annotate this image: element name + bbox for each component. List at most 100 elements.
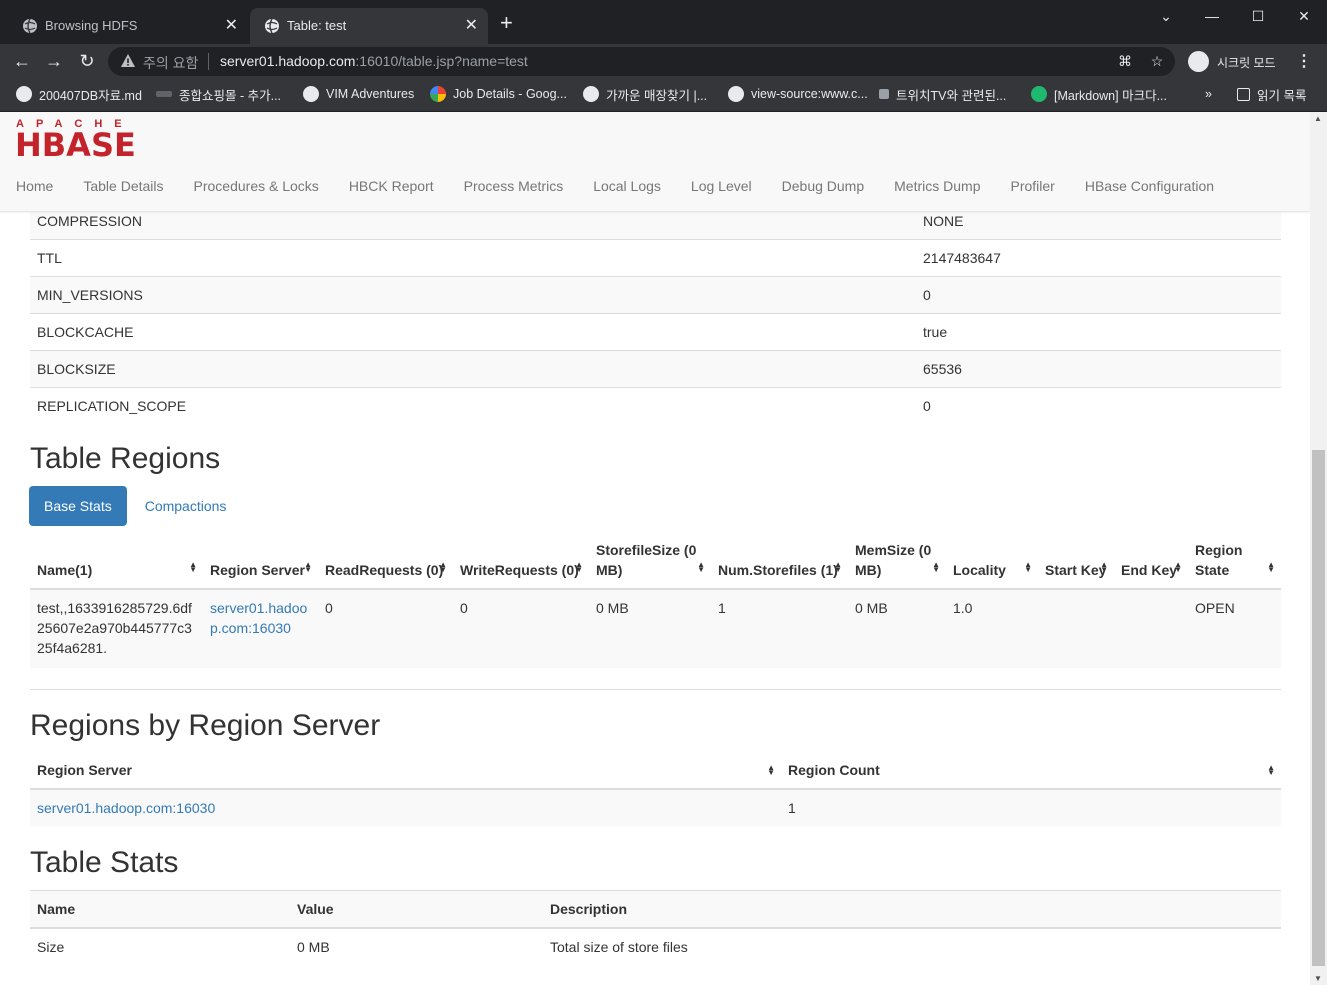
tab-strip: Browsing HDFS ✕ Table: test ✕ + ⌄ — ☐ ✕	[0, 0, 1327, 44]
table-row: TTL 2147483647	[30, 239, 1281, 277]
github-icon	[16, 86, 32, 102]
column-header[interactable]: StorefileSize (0 MB) ▲ ▼	[589, 532, 711, 590]
new-tab-button[interactable]: +	[500, 12, 513, 34]
region-server-link[interactable]: server01.hadoop.com:16030	[203, 589, 318, 668]
nav-metrics-dump[interactable]: Metrics Dump	[894, 178, 980, 198]
nav-home[interactable]: Home	[16, 178, 53, 198]
scroll-down-icon[interactable]: ▼	[1314, 974, 1322, 983]
nav-procedures-locks[interactable]: Procedures & Locks	[194, 178, 319, 198]
google-icon	[430, 86, 446, 102]
tab-search-icon[interactable]: ⌄	[1143, 0, 1189, 32]
regions-by-server-table: Region Server ▲ ▼ Region Count ▲ ▼ server01.…	[30, 752, 1281, 826]
column-header: Description	[543, 890, 1281, 929]
translate-icon[interactable]: ⌘	[1116, 52, 1134, 70]
sort-icon: ▲ ▼	[1024, 560, 1032, 574]
column-header[interactable]: Region Server ▲ ▼	[203, 532, 318, 590]
sort-icon: ▲ ▼	[932, 560, 940, 574]
nav-debug-dump[interactable]: Debug Dump	[782, 178, 865, 198]
column-header[interactable]: End Key ▲ ▼	[1114, 532, 1188, 590]
table-row: Size 0 MB Total size of store files	[37, 938, 688, 955]
column-header[interactable]: Locality ▲ ▼	[946, 532, 1038, 590]
tab-browsing-hdfs[interactable]: Browsing HDFS ✕	[8, 8, 248, 44]
bookmark-item[interactable]: [Markdown] 마크다...	[1031, 85, 1167, 103]
page-scrollbar[interactable]: ▲ ▼	[1310, 112, 1327, 985]
table-stats-section: Name Value Description Size 0 MB Total s…	[30, 890, 1281, 965]
tab-base-stats[interactable]: Base Stats	[29, 486, 127, 526]
bookmark-item[interactable]: 가까운 매장찾기 |...	[583, 85, 707, 103]
column-header[interactable]: Region State ▲ ▼	[1188, 532, 1281, 590]
main-nav: Home Table Details Procedures & Locks HB…	[16, 178, 1244, 198]
page-viewport: APACHE HBASE Home Table Details Procedur…	[0, 112, 1310, 985]
bookmark-star-icon[interactable]: ☆	[1148, 52, 1166, 70]
close-tab-icon[interactable]: ✕	[225, 15, 238, 35]
sort-icon: ▲ ▼	[1100, 560, 1108, 574]
tab-table-test[interactable]: Table: test ✕	[250, 8, 488, 44]
nav-table-details[interactable]: Table Details	[83, 178, 163, 198]
bookmark-item[interactable]: VIM Adventures	[303, 85, 414, 103]
reading-list-button[interactable]: 읽기 목록	[1237, 85, 1306, 103]
table-stats-heading: Table Stats	[30, 846, 179, 879]
nav-process-metrics[interactable]: Process Metrics	[464, 178, 564, 198]
bookmark-item[interactable]: 트위치TV와 관련된...	[879, 85, 1006, 103]
sort-icon: ▲ ▼	[304, 560, 312, 574]
divider	[30, 689, 1281, 690]
sort-icon: ▲ ▼	[439, 560, 447, 574]
nav-local-logs[interactable]: Local Logs	[593, 178, 661, 198]
regions-by-server-section: Region Server ▲ ▼ Region Count ▲ ▼ server01.…	[30, 752, 1281, 826]
table-row: test,,1633916285729.6df25607e2a970b44577…	[30, 589, 1281, 668]
column-header: Value	[290, 890, 543, 929]
close-window-button[interactable]: ✕	[1281, 0, 1327, 32]
globe-icon	[23, 18, 37, 34]
window-controls: ⌄ — ☐ ✕	[1143, 0, 1327, 32]
incognito-indicator[interactable]: 시크릿 모드	[1184, 47, 1286, 76]
nav-hbck-report[interactable]: HBCK Report	[349, 178, 434, 198]
region-server-link[interactable]: server01.hadoop.com:16030	[30, 789, 781, 826]
bookmarks-bar: 200407DB자료.md 종합쇼핑몰 - 추가... VIM Adventur…	[0, 78, 1327, 112]
sort-icon: ▲ ▼	[1267, 560, 1275, 574]
browser-toolbar: ← → ↻ 주의 요함 server01.hadoop.com:16010/ta…	[0, 44, 1327, 78]
forward-arrow-icon[interactable]: →	[43, 50, 65, 72]
column-header[interactable]: Region Server ▲ ▼	[30, 752, 781, 790]
column-header[interactable]: Num.Storefiles (1) ▲ ▼	[711, 532, 848, 590]
nav-profiler[interactable]: Profiler	[1011, 178, 1055, 198]
site-icon	[156, 91, 172, 97]
properties-table: COMPRESSION NONE TTL 2147483647 MIN_VERSIO…	[30, 202, 1281, 425]
tab-compactions[interactable]: Compactions	[127, 486, 245, 526]
bookmark-item[interactable]: 종합쇼핑몰 - 추가...	[156, 85, 281, 103]
regions-table: Name(1) ▲ ▼ Region Server ▲ ▼ ReadRequests (…	[30, 532, 1281, 668]
nav-log-level[interactable]: Log Level	[691, 178, 752, 198]
address-bar[interactable]: 주의 요함 server01.hadoop.com:16010/table.js…	[108, 47, 1175, 76]
bookmarks-overflow-button[interactable]: »	[1205, 85, 1212, 103]
column-header[interactable]: Region Count ▲ ▼	[781, 752, 1281, 790]
maximize-button[interactable]: ☐	[1235, 0, 1281, 32]
column-header[interactable]: MemSize (0 MB) ▲ ▼	[848, 532, 946, 590]
incognito-icon	[1188, 51, 1209, 72]
column-header[interactable]: WriteRequests (0) ▲ ▼	[453, 532, 589, 590]
bookmark-item[interactable]: 200407DB자료.md	[16, 85, 142, 103]
table-row: MIN_VERSIONS 0	[30, 276, 1281, 314]
sort-icon: ▲ ▼	[767, 763, 775, 777]
hbase-logo[interactable]: APACHE HBASE	[15, 118, 152, 164]
table-row: server01.hadoop.com:16030 1	[30, 789, 1281, 826]
reload-icon[interactable]: ↻	[76, 50, 98, 72]
column-header[interactable]: Start Key ▲ ▼	[1038, 532, 1114, 590]
column-header[interactable]: ReadRequests (0) ▲ ▼	[318, 532, 453, 590]
regions-section: Name(1) ▲ ▼ Region Server ▲ ▼ ReadRequests (…	[30, 532, 1281, 668]
close-tab-icon[interactable]: ✕	[465, 15, 478, 35]
back-arrow-icon[interactable]: ←	[11, 50, 33, 72]
menu-dots-icon[interactable]: ⋮	[1296, 51, 1312, 71]
bookmark-item[interactable]: Job Details - Goog...	[430, 85, 567, 103]
table-row: BLOCKCACHE true	[30, 313, 1281, 351]
region-stats-tabs: Base Stats Compactions	[29, 486, 244, 526]
nav-hbase-configuration[interactable]: HBase Configuration	[1085, 178, 1214, 198]
sort-icon: ▲ ▼	[1267, 763, 1275, 777]
scroll-up-icon[interactable]: ▲	[1314, 114, 1322, 123]
scrollbar-thumb[interactable]	[1312, 450, 1325, 966]
minimize-button[interactable]: —	[1189, 0, 1235, 32]
table-stats-table: Name Value Description Size 0 MB Total s…	[30, 890, 1281, 965]
table-regions-heading: Table Regions	[30, 442, 221, 475]
reading-list-icon	[1237, 87, 1250, 101]
bookmark-item[interactable]: view-source:www.c...	[728, 85, 868, 103]
column-header[interactable]: Name(1) ▲ ▼	[30, 532, 203, 590]
table-properties: COMPRESSION NONE TTL 2147483647 MIN_VERSIO…	[30, 202, 1281, 425]
